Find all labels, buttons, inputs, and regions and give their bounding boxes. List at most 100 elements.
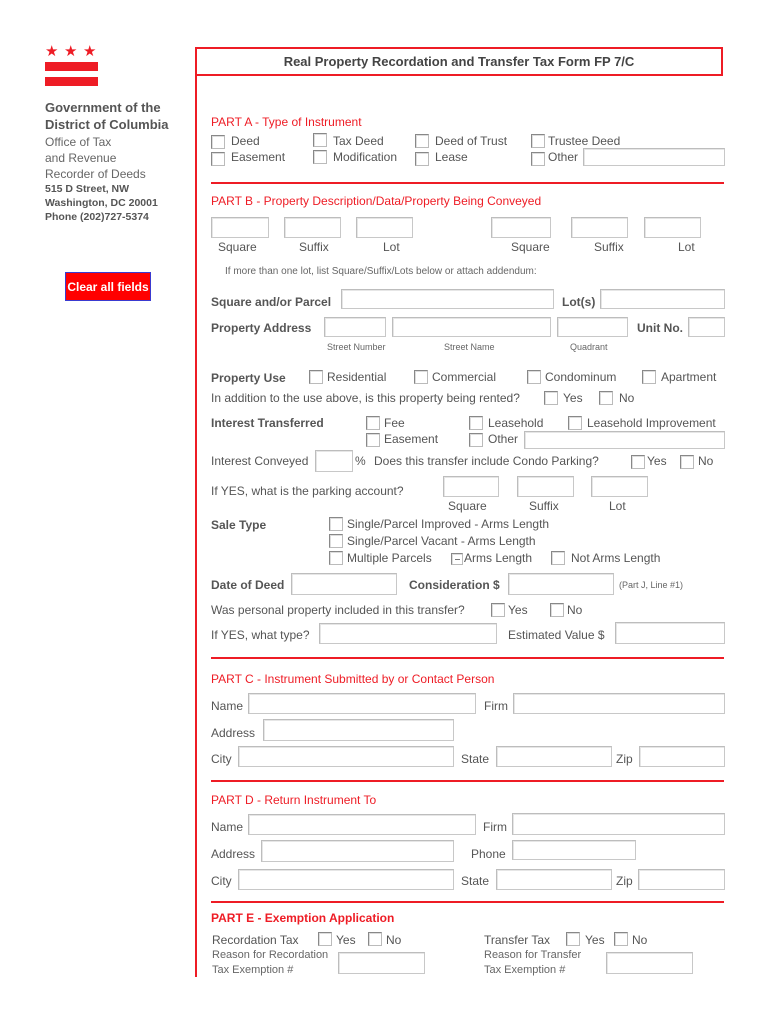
lots-input[interactable] (600, 289, 725, 309)
single-vacant-checkbox[interactable] (329, 534, 343, 548)
street-number-input[interactable] (324, 317, 386, 337)
contact-firm-label: Firm (484, 699, 508, 713)
section-divider (211, 901, 724, 903)
return-firm-label: Firm (483, 820, 507, 834)
multiple-parcels-label: Multiple Parcels (347, 551, 432, 565)
commercial-checkbox[interactable] (414, 370, 428, 384)
other-interest-checkbox[interactable] (469, 433, 483, 447)
office-line2: and Revenue (45, 151, 117, 165)
parking-lot-input[interactable] (591, 476, 648, 497)
modification-checkbox[interactable] (313, 150, 327, 164)
contact-address-input[interactable] (263, 719, 454, 741)
contact-state-input[interactable] (496, 746, 612, 767)
tax-deed-checkbox[interactable] (313, 133, 327, 147)
transfer-no-checkbox[interactable] (614, 932, 628, 946)
square-input-2[interactable] (491, 217, 551, 238)
personal-type-input[interactable] (319, 623, 497, 644)
interest-transferred-label: Interest Transferred (211, 416, 324, 430)
property-use-label: Property Use (211, 371, 286, 385)
arms-length-label: Arms Length (464, 551, 533, 565)
leasehold-improvement-checkbox[interactable] (568, 416, 582, 430)
quadrant-input[interactable] (557, 317, 628, 337)
contact-zip-input[interactable] (639, 746, 725, 767)
return-city-input[interactable] (238, 869, 454, 890)
property-address-label: Property Address (211, 321, 312, 335)
unit-no-input[interactable] (688, 317, 725, 337)
transfer-yes-checkbox[interactable] (566, 932, 580, 946)
apartment-checkbox[interactable] (642, 370, 656, 384)
contact-firm-input[interactable] (513, 693, 725, 714)
other-instrument-checkbox[interactable] (531, 152, 545, 166)
fee-checkbox[interactable] (366, 416, 380, 430)
return-state-input[interactable] (496, 869, 612, 890)
condo-parking-no-checkbox[interactable] (680, 455, 694, 469)
lot-input-2[interactable] (644, 217, 701, 238)
contact-state-label: State (461, 752, 490, 766)
easement-interest-checkbox[interactable] (366, 433, 380, 447)
street-name-input[interactable] (392, 317, 551, 337)
date-of-deed-input[interactable] (291, 573, 397, 595)
consideration-note: (Part J, Line #1) (619, 580, 684, 590)
recordation-reason-line1: Reason for Recordation (212, 949, 329, 961)
office-line3: Recorder of Deeds (45, 167, 146, 181)
rented-no-checkbox[interactable] (599, 391, 613, 405)
contact-city-input[interactable] (238, 746, 454, 767)
phone-number: Phone (202)727-5374 (45, 211, 149, 223)
lease-checkbox[interactable] (415, 152, 429, 166)
easement-checkbox[interactable] (211, 152, 225, 166)
recordation-yes-checkbox[interactable] (318, 932, 332, 946)
star-icon: ★ (64, 43, 78, 60)
single-improved-checkbox[interactable] (329, 517, 343, 531)
recordation-reason-input[interactable] (338, 952, 425, 974)
square-parcel-input[interactable] (341, 289, 554, 309)
condo-parking-yes-label: Yes (647, 454, 667, 468)
residential-checkbox[interactable] (309, 370, 323, 384)
estimated-value-input[interactable] (615, 622, 725, 644)
return-phone-input[interactable] (512, 840, 636, 860)
contact-zip-label: Zip (616, 752, 633, 766)
deed-label: Deed (231, 134, 260, 148)
estimated-value-label: Estimated Value $ (508, 628, 605, 642)
return-address-input[interactable] (261, 840, 454, 862)
consideration-input[interactable] (508, 573, 614, 595)
part-c-title: PART C - Instrument Submitted by or Cont… (211, 672, 495, 686)
return-zip-input[interactable] (638, 869, 725, 890)
clear-all-fields-button[interactable]: Clear all fields (65, 272, 151, 301)
not-arms-length-checkbox[interactable] (551, 551, 565, 565)
square-input-1[interactable] (211, 217, 269, 238)
parking-suffix-input[interactable] (517, 476, 574, 497)
recordation-no-checkbox[interactable] (368, 932, 382, 946)
suffix-input-2[interactable] (571, 217, 628, 238)
section-divider (211, 780, 724, 782)
personal-property-yes-checkbox[interactable] (491, 603, 505, 617)
condo-parking-yes-checkbox[interactable] (631, 455, 645, 469)
trustee-deed-checkbox[interactable] (531, 134, 545, 148)
contact-name-input[interactable] (248, 693, 476, 714)
lot-input-1[interactable] (356, 217, 413, 238)
modification-label: Modification (333, 150, 398, 164)
not-arms-length-label: Not Arms Length (571, 551, 661, 565)
condo-parking-question: Does this transfer include Condo Parking… (374, 454, 599, 468)
personal-property-no-label: No (567, 603, 583, 617)
deed-checkbox[interactable] (211, 135, 225, 149)
fee-label: Fee (384, 416, 405, 430)
date-of-deed-label: Date of Deed (211, 578, 285, 592)
other-instrument-input[interactable] (583, 148, 725, 166)
transfer-reason-input[interactable] (606, 952, 693, 974)
rented-yes-checkbox[interactable] (544, 391, 558, 405)
return-phone-label: Phone (471, 847, 506, 861)
return-name-input[interactable] (248, 814, 476, 835)
multiple-parcels-checkbox[interactable] (329, 551, 343, 565)
condominum-checkbox[interactable] (527, 370, 541, 384)
leasehold-checkbox[interactable] (469, 416, 483, 430)
lots-label: Lot(s) (562, 295, 596, 309)
return-firm-input[interactable] (512, 813, 725, 835)
suffix-input-1[interactable] (284, 217, 341, 238)
parking-square-input[interactable] (443, 476, 499, 497)
easement-label: Easement (231, 150, 286, 164)
interest-conveyed-input[interactable] (315, 450, 353, 472)
arms-length-checkbox[interactable] (451, 553, 463, 565)
personal-property-no-checkbox[interactable] (550, 603, 564, 617)
deed-of-trust-checkbox[interactable] (415, 134, 429, 148)
other-interest-input[interactable] (524, 431, 725, 449)
